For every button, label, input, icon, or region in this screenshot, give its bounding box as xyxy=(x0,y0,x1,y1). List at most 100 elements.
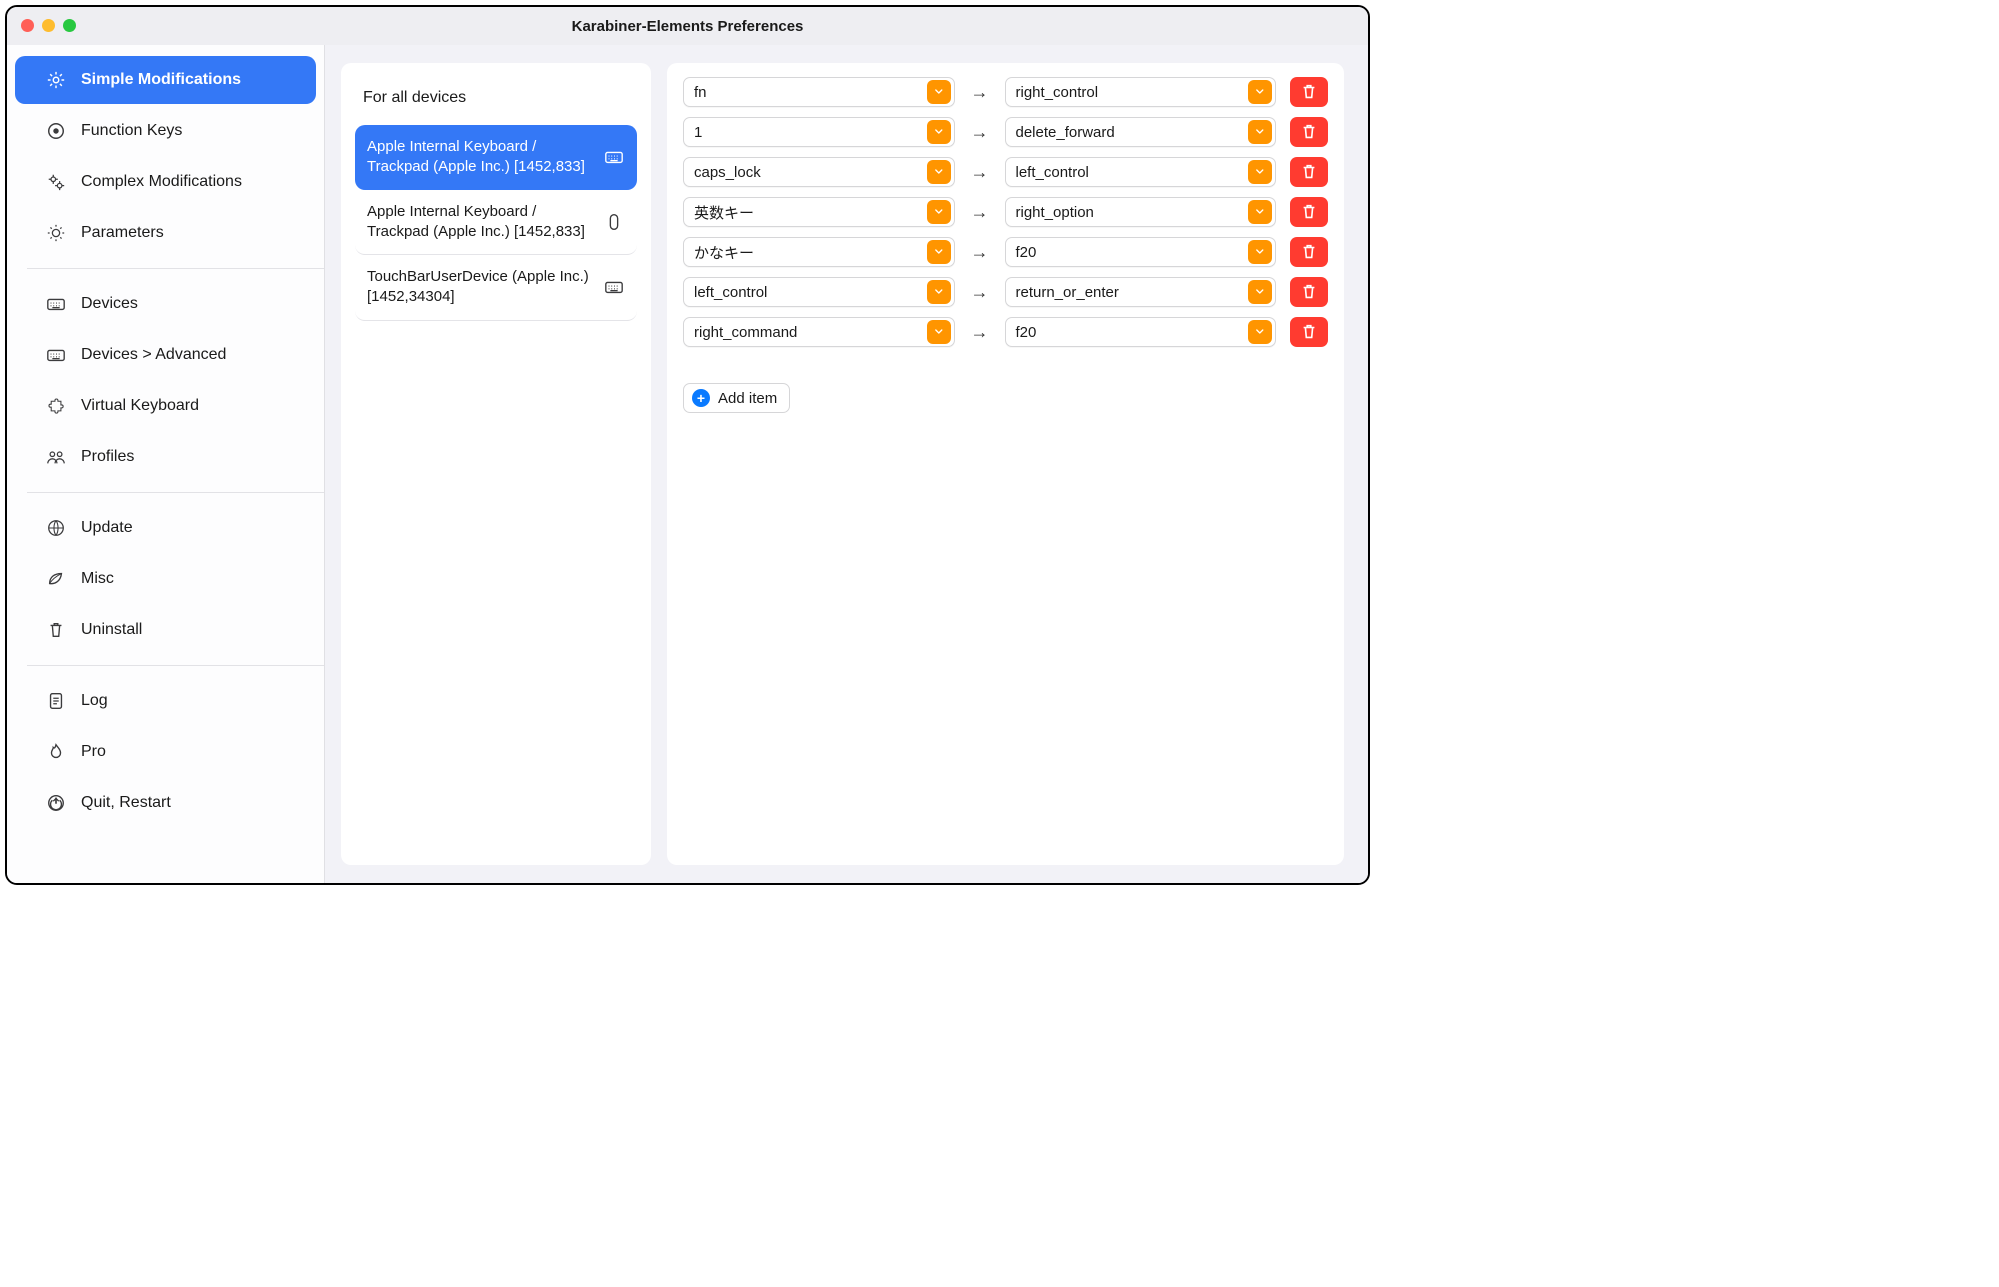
keyboard-icon xyxy=(603,146,625,168)
arrow-icon: → xyxy=(969,282,991,303)
sidebar-item-function-keys[interactable]: Function Keys xyxy=(15,107,316,155)
delete-mapping-button[interactable] xyxy=(1290,197,1328,227)
from-key-label: caps_lock xyxy=(694,164,924,181)
sidebar-item-label: Function Keys xyxy=(81,122,182,140)
chevron-down-icon xyxy=(927,200,951,224)
sidebar-item-label: Quit, Restart xyxy=(81,794,171,812)
chevron-down-icon xyxy=(927,160,951,184)
sidebar-item-label: Pro xyxy=(81,743,106,761)
sidebar-item-update[interactable]: Update xyxy=(15,504,316,552)
sidebar-item-log[interactable]: Log xyxy=(15,677,316,725)
to-key-select[interactable]: left_control xyxy=(1005,157,1277,187)
arrow-icon: → xyxy=(969,242,991,263)
device-label: Apple Internal Keyboard / Trackpad (Appl… xyxy=(367,202,593,243)
zoom-window-button[interactable] xyxy=(63,19,76,32)
add-item-button[interactable]: + Add item xyxy=(683,383,790,413)
sidebar-item-label: Simple Modifications xyxy=(81,71,241,89)
device-item[interactable]: TouchBarUserDevice (Apple Inc.) [1452,34… xyxy=(355,255,637,321)
delete-mapping-button[interactable] xyxy=(1290,237,1328,267)
gear-icon xyxy=(45,69,67,91)
sidebar-item-misc[interactable]: Misc xyxy=(15,555,316,603)
from-key-select[interactable]: right_command xyxy=(683,317,955,347)
gears-icon xyxy=(45,171,67,193)
window-body: Simple Modifications Function Keys Complex… xyxy=(7,45,1368,883)
chevron-down-icon xyxy=(1248,80,1272,104)
sidebar-item-label: Update xyxy=(81,519,133,537)
doc-icon xyxy=(45,690,67,712)
to-key-select[interactable]: return_or_enter xyxy=(1005,277,1277,307)
device-item[interactable]: Apple Internal Keyboard / Trackpad (Appl… xyxy=(355,125,637,190)
window-controls xyxy=(21,19,76,32)
delete-mapping-button[interactable] xyxy=(1290,317,1328,347)
puzzle-icon xyxy=(45,395,67,417)
globe-icon xyxy=(45,517,67,539)
window-title: Karabiner-Elements Preferences xyxy=(7,18,1368,35)
arrow-icon: → xyxy=(969,162,991,183)
sidebar-item-devices[interactable]: Devices xyxy=(15,280,316,328)
delete-mapping-button[interactable] xyxy=(1290,77,1328,107)
mapping-row: caps_lock → left_control xyxy=(683,157,1328,187)
mappings-panel: fn → right_control 1 → delete_forward caps_loc… xyxy=(667,63,1344,865)
sidebar-item-pro[interactable]: Pro xyxy=(15,728,316,776)
to-key-select[interactable]: right_option xyxy=(1005,197,1277,227)
sidebar-item-label: Complex Modifications xyxy=(81,173,242,191)
sidebar-item-label: Parameters xyxy=(81,224,164,242)
from-key-select[interactable]: fn xyxy=(683,77,955,107)
sidebar-item-label: Profiles xyxy=(81,448,134,466)
sun-icon xyxy=(45,222,67,244)
mapping-row: right_command→f20 xyxy=(683,317,1328,347)
chevron-down-icon xyxy=(1248,160,1272,184)
sidebar-item-quit-restart[interactable]: Quit, Restart xyxy=(15,779,316,827)
chevron-down-icon xyxy=(927,280,951,304)
sidebar-item-complex-modifications[interactable]: Complex Modifications xyxy=(15,158,316,206)
from-key-select[interactable]: 1 xyxy=(683,117,955,147)
chevron-down-icon xyxy=(1248,280,1272,304)
delete-mapping-button[interactable] xyxy=(1290,157,1328,187)
devices-panel: For all devices Apple Internal Keyboard … xyxy=(341,63,651,865)
sidebar-item-simple-modifications[interactable]: Simple Modifications xyxy=(15,56,316,104)
arrow-icon: → xyxy=(969,202,991,223)
delete-mapping-button[interactable] xyxy=(1290,277,1328,307)
chevron-down-icon xyxy=(927,240,951,264)
mapping-row: left_control → return_or_enter xyxy=(683,277,1328,307)
to-key-label: f20 xyxy=(1016,244,1246,261)
arrow-icon: → xyxy=(969,122,991,143)
from-key-select[interactable]: かなキー xyxy=(683,237,955,267)
to-key-label: f20 xyxy=(1016,324,1246,341)
from-key-label: right_command xyxy=(694,324,924,341)
to-key-select[interactable]: f20 xyxy=(1005,317,1277,347)
mouse-icon xyxy=(603,211,625,233)
arrow-icon: → xyxy=(969,82,991,103)
sidebar-item-virtual-keyboard[interactable]: Virtual Keyboard xyxy=(15,382,316,430)
device-list: Apple Internal Keyboard / Trackpad (Appl… xyxy=(355,125,637,321)
chevron-down-icon xyxy=(927,320,951,344)
sidebar-item-uninstall[interactable]: Uninstall xyxy=(15,606,316,654)
sidebar-item-parameters[interactable]: Parameters xyxy=(15,209,316,257)
device-item[interactable]: Apple Internal Keyboard / Trackpad (Appl… xyxy=(355,190,637,256)
from-key-select[interactable]: 英数キー xyxy=(683,197,955,227)
to-key-label: right_option xyxy=(1016,204,1246,221)
sidebar-item-devices-advanced[interactable]: Devices > Advanced xyxy=(15,331,316,379)
from-key-select[interactable]: caps_lock xyxy=(683,157,955,187)
preferences-window: Karabiner-Elements Preferences Simple Mo… xyxy=(5,5,1370,885)
minimize-window-button[interactable] xyxy=(42,19,55,32)
mapping-row: 1 → delete_forward xyxy=(683,117,1328,147)
sidebar-item-label: Uninstall xyxy=(81,621,142,639)
from-key-select[interactable]: left_control xyxy=(683,277,955,307)
to-key-label: left_control xyxy=(1016,164,1246,181)
close-window-button[interactable] xyxy=(21,19,34,32)
to-key-select[interactable]: f20 xyxy=(1005,237,1277,267)
trash-icon xyxy=(45,619,67,641)
chevron-down-icon xyxy=(1248,200,1272,224)
delete-mapping-button[interactable] xyxy=(1290,117,1328,147)
all-devices-header[interactable]: For all devices xyxy=(355,77,637,125)
to-key-select[interactable]: delete_forward xyxy=(1005,117,1277,147)
chevron-down-icon xyxy=(927,120,951,144)
power-icon xyxy=(45,792,67,814)
to-key-select[interactable]: right_control xyxy=(1005,77,1277,107)
from-key-label: 英数キー xyxy=(694,202,924,223)
sidebar-item-profiles[interactable]: Profiles xyxy=(15,433,316,481)
keyboard-icon xyxy=(45,344,67,366)
mapping-row: かなキー → f20 xyxy=(683,237,1328,267)
to-key-label: return_or_enter xyxy=(1016,284,1246,301)
